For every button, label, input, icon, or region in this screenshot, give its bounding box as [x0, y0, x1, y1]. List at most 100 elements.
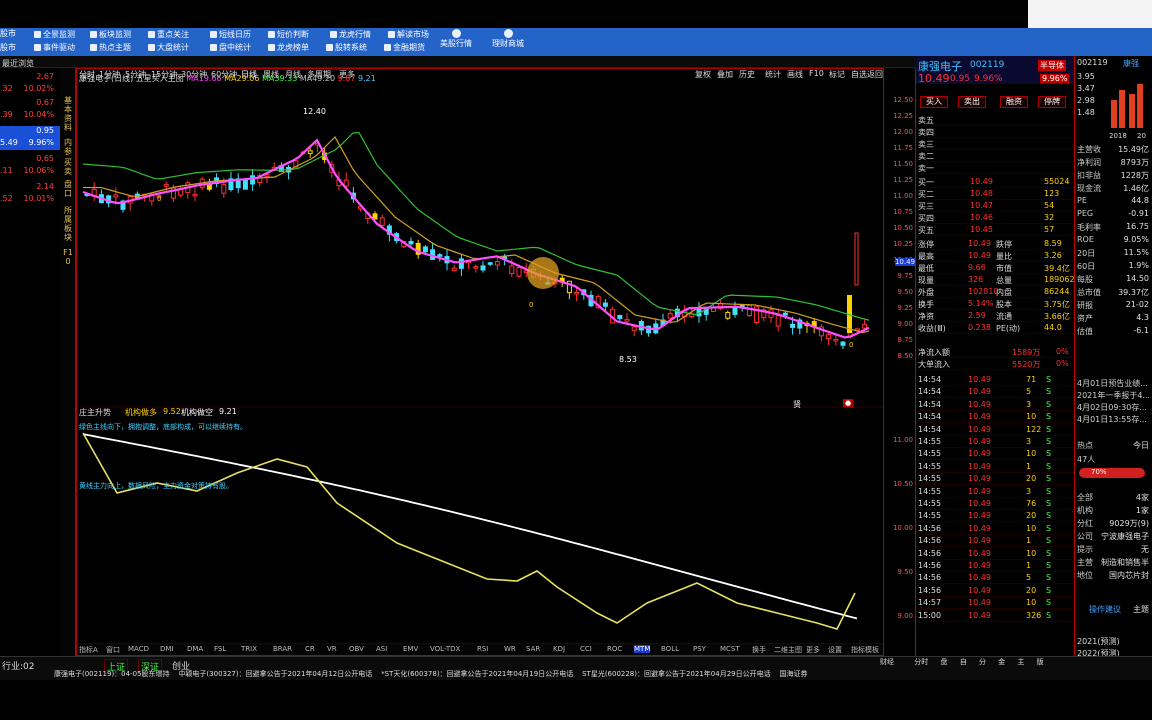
sell-row[interactable]: 卖二: [916, 150, 1074, 162]
indicator-tab[interactable]: CR: [305, 645, 315, 653]
toolbar-btn[interactable]: 龙虎榜单: [268, 42, 309, 53]
tick-row[interactable]: 14:55 10.49 1 S: [916, 461, 1074, 473]
buy-row[interactable]: 买二 10.48 123: [916, 188, 1074, 200]
toolbar-btn[interactable]: 理财商城: [492, 29, 524, 49]
news-item[interactable]: 国海证券: [780, 670, 808, 678]
flow-row[interactable]: 大单流入 5520万 0%: [916, 358, 1074, 370]
right-tab[interactable]: 分: [979, 658, 986, 666]
toolbar-btn[interactable]: 美股行情: [440, 29, 472, 49]
indicator-tab[interactable]: 窗口: [106, 645, 120, 655]
indicator-tab[interactable]: BOLL: [661, 645, 679, 653]
tick-row[interactable]: 14:55 10.49 76 S: [916, 498, 1074, 510]
vtab[interactable]: 所属板块: [62, 206, 74, 242]
flow-row[interactable]: 净流入额 1589万 0%: [916, 346, 1074, 358]
vtab[interactable]: 基本资料: [62, 96, 74, 132]
tool-tab[interactable]: 复权: [695, 69, 711, 80]
toolbar-btn[interactable]: 事件驱动: [34, 42, 75, 53]
sector-badge[interactable]: 半导体: [1038, 60, 1066, 71]
tick-row[interactable]: 14:54 10.49 3 S: [916, 399, 1074, 411]
tick-row[interactable]: 14:56 10.49 1 S: [916, 535, 1074, 548]
sell-row[interactable]: 卖四: [916, 126, 1074, 138]
tick-row[interactable]: 14:56 10.49 10 S: [916, 548, 1074, 560]
indicator-tab[interactable]: FSL: [214, 645, 226, 653]
tick-row[interactable]: 14:54 10.49 122 S: [916, 424, 1074, 436]
toolbar-btn[interactable]: 短线日历: [210, 29, 251, 40]
tool-tab[interactable]: 自选: [851, 69, 867, 80]
tool-tab[interactable]: 历史: [739, 69, 755, 80]
right-tab[interactable]: 金: [998, 658, 1005, 666]
tick-row[interactable]: 14:55 10.49 3 S: [916, 486, 1074, 498]
indicator-tab[interactable]: SAR: [526, 645, 540, 653]
list-item[interactable]: 2.67: [0, 72, 60, 84]
indicator-tab[interactable]: WR: [504, 645, 516, 653]
indicator-tab[interactable]: BRAR: [273, 645, 292, 653]
toolbar-btn[interactable]: 板块监测: [90, 29, 131, 40]
indicator-tab[interactable]: RSI: [477, 645, 488, 653]
link-topic[interactable]: 主题: [1133, 604, 1149, 615]
news-item[interactable]: *ST天化(600378)：回避拿公告于2021年04月19日公开电话: [381, 670, 573, 678]
toolbar-btn[interactable]: 大盘统计: [148, 42, 189, 53]
stat-row[interactable]: 净资 2.59 流通 3.66亿: [916, 310, 1074, 322]
toolbar-btn[interactable]: 龙虎行情: [330, 29, 371, 40]
vtab[interactable]: 买卖: [62, 158, 74, 176]
right-tab[interactable]: 分时: [914, 658, 928, 666]
right-tab[interactable]: 自: [960, 658, 967, 666]
indicator-tab[interactable]: MACD: [128, 645, 149, 653]
indicator-tab[interactable]: 设置: [828, 645, 842, 655]
indicator-tab[interactable]: TRIX: [241, 645, 257, 653]
tick-row[interactable]: 14:56 10.49 20 S: [916, 585, 1074, 597]
indicator-tab[interactable]: MTM: [634, 645, 651, 653]
vtab[interactable]: 内参: [62, 138, 74, 156]
indicator-tab[interactable]: DMA: [187, 645, 203, 653]
toolbar-btn[interactable]: 全景监测: [34, 29, 75, 40]
list-item[interactable]: .39 10.04%: [0, 110, 60, 122]
sell-row[interactable]: 卖五: [916, 114, 1074, 126]
tick-row[interactable]: 14:56 10.49 5 S: [916, 572, 1074, 585]
tick-row[interactable]: 14:56 10.49 1 S: [916, 560, 1074, 572]
stat-row[interactable]: 最低 9.66 市值 39.4亿: [916, 262, 1074, 274]
toolbar-btn[interactable]: 金融期货: [384, 42, 425, 53]
indicator-tab[interactable]: CCI: [580, 645, 592, 653]
tick-row[interactable]: 14:55 10.49 20 S: [916, 510, 1074, 523]
tool-tab[interactable]: 画线: [787, 69, 803, 80]
indicator-tab[interactable]: 指标A: [79, 645, 98, 655]
indicator-tab[interactable]: 二维主图: [774, 645, 802, 655]
news-item[interactable]: ST星光(600228)：回避拿公告于2021年04月29日公开电话: [582, 670, 771, 678]
tick-row[interactable]: 14:54 10.49 5 S: [916, 386, 1074, 399]
tool-tab[interactable]: 返回: [867, 69, 883, 80]
indicator-tab[interactable]: 换手: [752, 645, 766, 655]
tool-tab[interactable]: 标记: [829, 69, 845, 80]
news-item[interactable]: 中颖电子(300327)：回避拿公告于2021年04月12日公开电话: [178, 670, 372, 678]
stat-row[interactable]: 涨停 10.49 跌停 8.59: [916, 238, 1074, 250]
buy-row[interactable]: 买四 10.46 32: [916, 212, 1074, 224]
stat-row[interactable]: 现量 326 总量 189062: [916, 274, 1075, 286]
kline-chart[interactable]: 分时 1分钟 5分钟 15分钟 30分钟 60分钟 日线 周线 月线 多周期 更…: [76, 68, 884, 656]
link-advice[interactable]: 操作建议: [1089, 604, 1121, 615]
tool-tab[interactable]: 统计: [765, 69, 781, 80]
vtab[interactable]: 盘口: [62, 180, 74, 198]
sell-row[interactable]: 卖一: [916, 162, 1074, 174]
indicator-template-tab[interactable]: 指标模板: [851, 645, 879, 655]
tick-row[interactable]: 14:54 10.49 71 S: [916, 374, 1074, 386]
list-item[interactable]: 2.14: [0, 182, 60, 194]
list-item[interactable]: .11 10.06%: [0, 166, 60, 178]
toolbar-btn[interactable]: 热点主题: [90, 42, 131, 53]
stat-row[interactable]: 收益(Ⅲ) 0.238 PE(动) 44.0: [916, 322, 1074, 334]
buy-row[interactable]: 买一 10.49 55024: [916, 176, 1074, 188]
list-item[interactable]: .52 10.01%: [0, 194, 60, 206]
tick-row[interactable]: 14:55 10.49 10 S: [916, 448, 1074, 461]
news-item[interactable]: 康强电子(002119)：04-05股东增持: [54, 670, 170, 678]
toolbar-btn[interactable]: 解读市场: [388, 29, 429, 40]
right-tab[interactable]: 盘: [940, 658, 947, 666]
list-item-selected[interactable]: 0.95: [0, 126, 60, 138]
stat-row[interactable]: 最高 10.49 量比 3.26: [916, 250, 1074, 262]
indicator-tab[interactable]: DMI: [160, 645, 174, 653]
right-tab[interactable]: 主: [1017, 658, 1024, 666]
tick-row[interactable]: 14:55 10.49 3 S: [916, 436, 1074, 448]
toolbar-btn[interactable]: 重点关注: [148, 29, 189, 40]
margin-button[interactable]: 融资: [1000, 96, 1028, 108]
list-item[interactable]: .32 10.02%: [0, 84, 60, 96]
indicator-tab[interactable]: PSY: [693, 645, 706, 653]
tool-tab[interactable]: F10: [809, 69, 824, 78]
stat-row[interactable]: 换手 5.14% 股本 3.75亿: [916, 298, 1074, 310]
